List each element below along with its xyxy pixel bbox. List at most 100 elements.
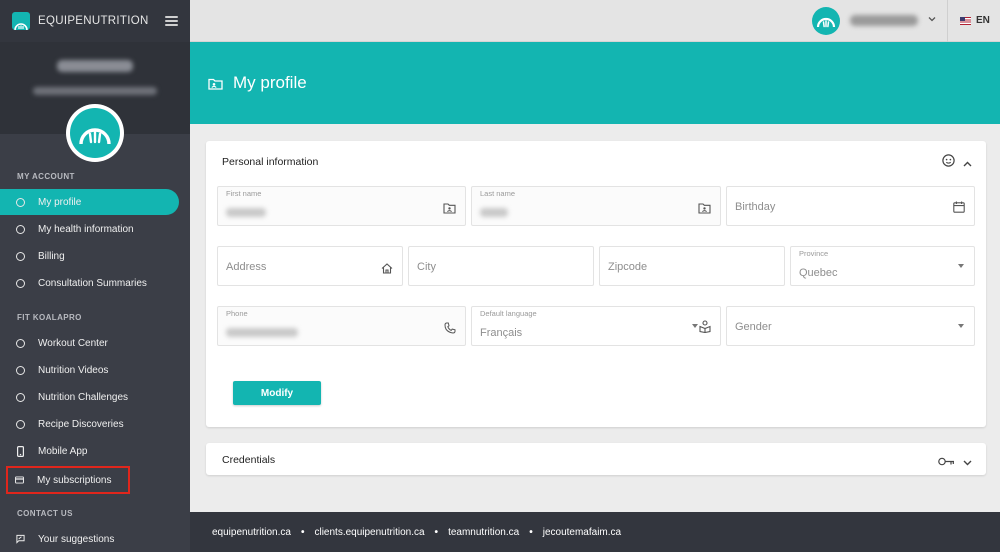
id-card-icon (443, 201, 456, 219)
sidebar-item-label: Your suggestions (38, 533, 115, 545)
brand-name: EQUIPENUTRITION (38, 15, 149, 27)
last-name-value-redacted (480, 208, 508, 217)
footer-link-teamnutrition[interactable]: teamnutrition.ca (448, 527, 519, 538)
profile-folder-icon (208, 77, 223, 95)
sidebar-item-label: Recipe Discoveries (38, 418, 124, 430)
card-title: Personal information (222, 156, 319, 168)
circle-icon (16, 251, 25, 261)
topbar: EN (190, 0, 1000, 42)
phone-icon (16, 445, 25, 457)
gender-select[interactable]: Gender (726, 306, 975, 346)
province-select[interactable]: Province Quebec (790, 246, 975, 286)
circle-icon (16, 365, 25, 375)
phone-field[interactable]: Phone (217, 306, 466, 346)
field-label: Province (799, 249, 829, 258)
dropdown-caret-icon (958, 264, 964, 268)
section-fit-koalapro: FIT KOALAPRO (17, 313, 82, 322)
circle-icon (16, 392, 25, 402)
sidebar-item-nutrition-videos[interactable]: Nutrition Videos (0, 357, 179, 383)
footer-separator: • (300, 526, 305, 538)
page-title: My profile (233, 73, 307, 92)
default-language-select[interactable]: Default language Français (471, 306, 721, 346)
modify-button[interactable]: Modify (233, 381, 321, 405)
first-name-value-redacted (226, 208, 266, 217)
sidebar-item-label: My subscriptions (37, 474, 112, 486)
home-icon (381, 261, 393, 279)
address-field[interactable]: Address (217, 246, 403, 286)
card-tools (938, 453, 972, 471)
personal-information-card: Personal information First name Last nam… (206, 141, 986, 427)
key-icon (938, 453, 955, 471)
user-name-redacted[interactable] (850, 15, 918, 26)
field-placeholder: Address (226, 261, 267, 273)
field-placeholder: Zipcode (608, 261, 648, 273)
sidebar-item-recipe-discoveries[interactable]: Recipe Discoveries (0, 411, 179, 437)
id-card-icon (698, 201, 711, 219)
sidebar-item-label: My health information (38, 223, 134, 235)
card-tools (942, 154, 972, 172)
sidebar-item-consultation-summaries[interactable]: Consultation Summaries (0, 270, 179, 296)
sidebar-header: EQUIPENUTRITION (0, 0, 190, 42)
field-label: Phone (226, 309, 248, 318)
sidebar-item-billing[interactable]: Billing (0, 243, 179, 269)
city-field[interactable]: City (408, 246, 594, 286)
topbar-divider (947, 0, 948, 42)
feedback-icon (16, 534, 25, 544)
sidebar: EQUIPENUTRITION MY ACCOUNT My profile My… (0, 0, 190, 552)
credentials-card[interactable]: Credentials (206, 443, 986, 475)
sidebar-item-my-profile[interactable]: My profile (0, 189, 179, 215)
us-flag-icon (960, 16, 971, 25)
dropdown-caret-icon (958, 324, 964, 328)
user-name-redacted (57, 60, 133, 72)
sidebar-item-label: Consultation Summaries (38, 277, 147, 289)
zipcode-field[interactable]: Zipcode (599, 246, 785, 286)
face-icon (942, 154, 955, 172)
last-name-field[interactable]: Last name (471, 186, 721, 226)
footer-link-jecoutemafaim[interactable]: jecoutemafaim.ca (543, 527, 621, 538)
sidebar-item-workout-center[interactable]: Workout Center (0, 330, 179, 356)
dropdown-caret-icon (692, 324, 698, 328)
field-placeholder: Gender (735, 321, 772, 333)
card-icon (15, 476, 24, 484)
chevron-down-icon[interactable] (928, 14, 936, 25)
footer-separator: • (434, 526, 439, 538)
menu-toggle-icon[interactable] (165, 16, 178, 26)
sidebar-item-mobile-app[interactable]: Mobile App (0, 438, 179, 464)
user-avatar[interactable] (812, 7, 840, 35)
chevron-down-icon[interactable] (963, 453, 972, 471)
sidebar-item-my-subscriptions[interactable]: My subscriptions (6, 466, 130, 494)
language-selector[interactable]: EN (960, 15, 990, 26)
field-placeholder: Birthday (735, 201, 776, 213)
sidebar-item-nutrition-challenges[interactable]: Nutrition Challenges (0, 384, 179, 410)
first-name-field[interactable]: First name (217, 186, 466, 226)
sidebar-item-label: Workout Center (38, 337, 108, 349)
sidebar-item-label: Billing (38, 250, 65, 262)
footer-link-clients[interactable]: clients.equipenutrition.ca (314, 527, 424, 538)
sidebar-item-label: Nutrition Videos (38, 364, 109, 376)
footer-separator: • (529, 526, 533, 538)
circle-icon (16, 278, 25, 288)
phone-icon (444, 321, 456, 339)
avatar[interactable] (66, 104, 124, 162)
section-contact-us: CONTACT US (17, 509, 73, 518)
sidebar-item-your-suggestions[interactable]: Your suggestions (0, 526, 179, 552)
language-label: EN (976, 15, 990, 26)
sidebar-item-label: Mobile App (38, 445, 88, 457)
circle-icon (16, 197, 25, 207)
sidebar-item-label: My profile (38, 196, 82, 208)
birthday-field[interactable]: Birthday (726, 186, 975, 226)
circle-icon (16, 224, 25, 234)
footer-link-equipenutrition[interactable]: equipenutrition.ca (212, 527, 291, 538)
province-value: Quebec (799, 267, 838, 279)
calendar-icon[interactable] (953, 200, 965, 218)
brand-logo-icon (12, 12, 30, 30)
field-label: Last name (480, 189, 516, 198)
chevron-up-icon[interactable] (963, 154, 972, 172)
phone-value-redacted (226, 328, 298, 337)
language-person-icon (699, 320, 711, 338)
footer: equipenutrition.ca • clients.equipenutri… (190, 512, 1000, 552)
sidebar-item-health-information[interactable]: My health information (0, 216, 179, 242)
circle-icon (16, 419, 25, 429)
section-my-account: MY ACCOUNT (17, 172, 75, 181)
field-label: First name (226, 189, 262, 198)
